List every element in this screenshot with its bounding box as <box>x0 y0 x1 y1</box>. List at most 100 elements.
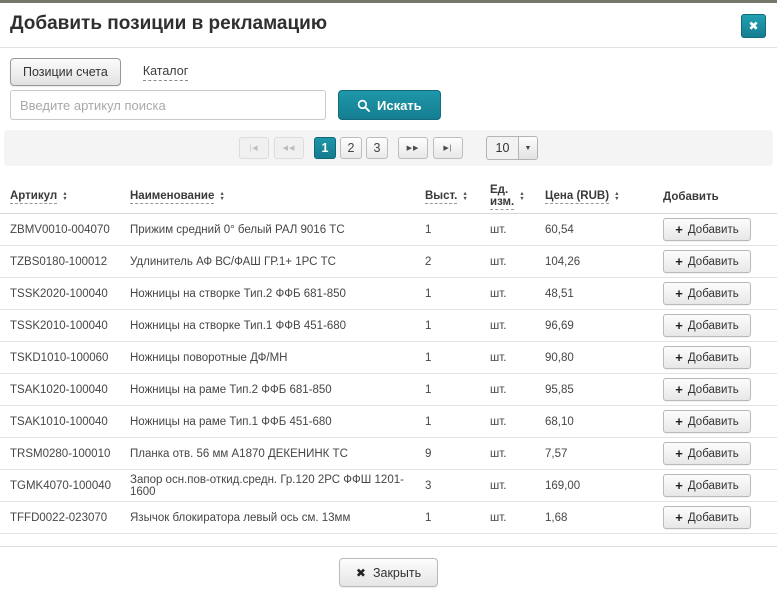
add-row-button[interactable]: + Добавить <box>663 346 751 369</box>
paginator-next-button[interactable]: ▶▶ <box>398 137 428 159</box>
cell-qty: 1 <box>425 384 490 396</box>
add-row-button[interactable]: + Добавить <box>663 442 751 465</box>
add-row-button-label: Добавить <box>688 256 739 268</box>
cell-article: ZBMV0010-004070 <box>10 224 130 236</box>
cell-name: Ножницы на раме Тип.1 ФФБ 451-680 <box>130 416 425 428</box>
cell-name: Ножницы поворотные ДФ/МН <box>130 352 425 364</box>
add-positions-modal: Добавить позиции в рекламацию ✖ Позиции … <box>0 0 777 600</box>
paginator-last-button[interactable]: ▶| <box>433 137 463 159</box>
cell-price: 60,54 <box>545 224 655 236</box>
cell-article: TGMK4070-100040 <box>10 480 130 492</box>
close-dialog-button[interactable]: ✖ Закрыть <box>339 558 438 587</box>
cell-name: Язычок блокиратора левый ось см. 13мм <box>130 512 425 524</box>
sort-icon: ▲▼ <box>519 192 524 201</box>
tab-invoice-positions-label: Позиции счета <box>23 65 108 79</box>
page-size-select[interactable]: 10 ▼ <box>486 136 538 160</box>
cell-name: Ножницы на створке Тип.1 ФФВ 451-680 <box>130 320 425 332</box>
cell-qty: 1 <box>425 224 490 236</box>
cell-price: 48,51 <box>545 288 655 300</box>
cell-price: 68,10 <box>545 416 655 428</box>
close-dialog-button-label: Закрыть <box>373 566 421 580</box>
close-icon: ✖ <box>748 19 758 33</box>
plus-icon: + <box>675 352 683 363</box>
table-row: TFFD0022-023070 Язычок блокиратора левый… <box>0 502 777 534</box>
paginator-first-button[interactable]: |◀ <box>239 137 269 159</box>
add-row-button-label: Добавить <box>688 448 739 460</box>
sort-icon: ▲▼ <box>614 192 619 201</box>
page-top-strip <box>0 0 777 3</box>
plus-icon: + <box>675 224 683 235</box>
search-input[interactable] <box>10 90 326 120</box>
plus-icon: + <box>675 288 683 299</box>
plus-icon: + <box>675 256 683 267</box>
add-row-button[interactable]: + Добавить <box>663 218 751 241</box>
cell-article: TSSK2010-100040 <box>10 320 130 332</box>
modal-close-button[interactable]: ✖ <box>741 14 766 38</box>
table-row: ZBMV0010-004070 Прижим средний 0° белый … <box>0 214 777 246</box>
cell-price: 104,26 <box>545 256 655 268</box>
page-number-button[interactable]: 1 <box>314 137 336 159</box>
footer-divider <box>0 546 777 547</box>
table-row: TSKD1010-100060 Ножницы поворотные ДФ/МН… <box>0 342 777 374</box>
cell-price: 95,85 <box>545 384 655 396</box>
cell-name: Удлинитель АФ ВС/ФАШ ГР.1+ 1РС ТС <box>130 256 425 268</box>
cell-article: TFFD0022-023070 <box>10 512 130 524</box>
column-header-article[interactable]: Артикул ▲▼ <box>10 190 130 204</box>
add-row-button-label: Добавить <box>688 416 739 428</box>
table-row: TZBS0180-100012 Удлинитель АФ ВС/ФАШ ГР.… <box>0 246 777 278</box>
cell-qty: 1 <box>425 352 490 364</box>
cell-qty: 3 <box>425 480 490 492</box>
add-row-button[interactable]: + Добавить <box>663 314 751 337</box>
add-row-button[interactable]: + Добавить <box>663 410 751 433</box>
cell-unit: шт. <box>490 256 545 268</box>
close-icon: ✖ <box>356 566 366 580</box>
plus-icon: + <box>675 416 683 427</box>
table-row: TSAK1010-100040 Ножницы на раме Тип.1 ФФ… <box>0 406 777 438</box>
next-page-icon: ▶▶ <box>407 144 420 152</box>
table-body: ZBMV0010-004070 Прижим средний 0° белый … <box>0 214 777 534</box>
paginator-prev-button[interactable]: ◀◀ <box>274 137 304 159</box>
modal-title: Добавить позиции в рекламацию <box>10 13 327 35</box>
cell-unit: шт. <box>490 288 545 300</box>
cell-qty: 9 <box>425 448 490 460</box>
footer: ✖ Закрыть <box>0 558 777 587</box>
column-header-unit[interactable]: Ед. изм. ▲▼ <box>490 184 545 210</box>
column-header-name[interactable]: Наименование ▲▼ <box>130 190 425 204</box>
cell-name: Прижим средний 0° белый РАЛ 9016 ТС <box>130 224 425 236</box>
tab-catalog[interactable]: Каталог <box>143 64 188 81</box>
cell-unit: шт. <box>490 416 545 428</box>
chevron-down-icon: ▼ <box>525 145 532 152</box>
cell-name: Планка отв. 56 мм А1870 ДЕКЕНИНК ТС <box>130 448 425 460</box>
cell-article: TRSM0280-100010 <box>10 448 130 460</box>
page-number-button[interactable]: 2 <box>340 137 362 159</box>
column-header-qty[interactable]: Выст. ▲▼ <box>425 190 490 204</box>
add-row-button-label: Добавить <box>688 352 739 364</box>
cell-name: Ножницы на створке Тип.2 ФФБ 681-850 <box>130 288 425 300</box>
cell-qty: 1 <box>425 512 490 524</box>
cell-qty: 1 <box>425 288 490 300</box>
column-header-add: Добавить <box>655 191 759 203</box>
add-row-button[interactable]: + Добавить <box>663 506 751 529</box>
first-page-icon: |◀ <box>249 144 258 152</box>
tab-invoice-positions[interactable]: Позиции счета <box>10 58 121 86</box>
add-row-button-label: Добавить <box>688 512 739 524</box>
plus-icon: + <box>675 448 683 459</box>
table-row: TGMK4070-100040 Запор осн.пов-откид.сред… <box>0 470 777 502</box>
cell-article: TSAK1010-100040 <box>10 416 130 428</box>
cell-unit: шт. <box>490 352 545 364</box>
cell-unit: шт. <box>490 320 545 332</box>
table-row: TSSK2020-100040 Ножницы на створке Тип.2… <box>0 278 777 310</box>
column-header-price[interactable]: Цена (RUB) ▲▼ <box>545 190 655 204</box>
page-size-trigger[interactable]: ▼ <box>518 137 537 159</box>
page-number-button[interactable]: 3 <box>366 137 388 159</box>
add-row-button-label: Добавить <box>688 224 739 236</box>
add-row-button[interactable]: + Добавить <box>663 378 751 401</box>
add-row-button[interactable]: + Добавить <box>663 474 751 497</box>
search-button[interactable]: Искать <box>338 90 441 120</box>
title-divider <box>0 47 777 48</box>
add-row-button[interactable]: + Добавить <box>663 250 751 273</box>
cell-price: 90,80 <box>545 352 655 364</box>
cell-unit: шт. <box>490 224 545 236</box>
add-row-button[interactable]: + Добавить <box>663 282 751 305</box>
cell-name: Запор осн.пов-откид.средн. Гр.120 2РС ФФ… <box>130 474 425 498</box>
